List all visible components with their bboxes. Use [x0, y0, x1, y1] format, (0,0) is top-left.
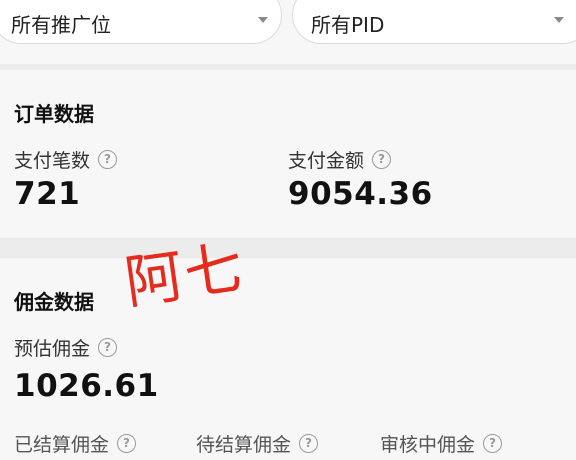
- watermark-text: 阿七: [120, 232, 249, 317]
- reviewing-commission-label-text: 审核中佣金: [380, 434, 476, 456]
- order-data-card: 订单数据 支付笔数 ? 721 支付金额 ? 9054.36: [0, 70, 576, 238]
- help-icon[interactable]: ?: [372, 150, 392, 169]
- paid-amount-label: 支付金额 ?: [288, 146, 392, 173]
- estimated-commission-value: 1026.61: [14, 368, 159, 404]
- pending-commission-label: 待结算佣金 ?: [196, 430, 319, 457]
- ad-position-select-value: 所有推广位: [11, 13, 111, 37]
- commission-data-card: 佣金数据 预估佣金 ? 1026.61 已结算佣金 ? 待结算佣金 ? 审核中佣…: [0, 258, 576, 460]
- estimated-commission-label-text: 预估佣金: [14, 338, 91, 360]
- commission-data-title: 佣金数据: [14, 290, 94, 314]
- paid-count-value: 721: [14, 176, 81, 212]
- pending-commission-label-text: 待结算佣金: [196, 434, 292, 456]
- paid-count-label: 支付笔数 ?: [14, 146, 118, 173]
- pid-select[interactable]: 所有PID: [292, 0, 576, 44]
- paid-amount-label-text: 支付金额: [288, 150, 365, 172]
- chevron-down-icon: [554, 17, 564, 23]
- help-icon[interactable]: ?: [98, 338, 118, 357]
- filter-bar: 所有推广位 所有PID: [0, 0, 576, 64]
- estimated-commission-label: 预估佣金 ?: [14, 334, 118, 361]
- help-icon[interactable]: ?: [117, 434, 137, 453]
- settled-commission-label: 已结算佣金 ?: [14, 430, 137, 457]
- chevron-down-icon: [258, 17, 268, 23]
- order-data-title: 订单数据: [14, 102, 94, 126]
- pid-select-value: 所有PID: [311, 13, 385, 37]
- paid-count-label-text: 支付笔数: [14, 150, 91, 172]
- paid-amount-value: 9054.36: [288, 176, 433, 212]
- reviewing-commission-label: 审核中佣金 ?: [380, 430, 503, 457]
- help-icon[interactable]: ?: [299, 434, 319, 453]
- settled-commission-label-text: 已结算佣金: [14, 434, 110, 456]
- help-icon[interactable]: ?: [483, 434, 503, 453]
- ad-position-select[interactable]: 所有推广位: [0, 0, 282, 44]
- help-icon[interactable]: ?: [98, 150, 118, 169]
